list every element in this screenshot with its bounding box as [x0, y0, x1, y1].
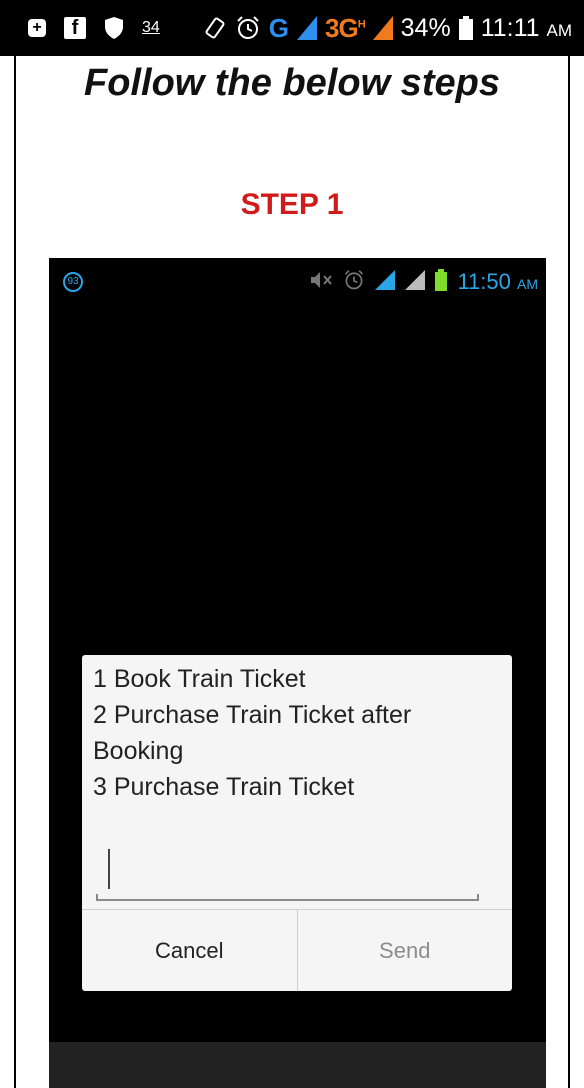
battery-percent: 34%	[400, 13, 451, 42]
alarm-icon	[343, 269, 365, 296]
outer-clock: 11:11 AM	[480, 13, 572, 42]
signal-icon	[297, 16, 317, 40]
dialog-buttons: Cancel Send	[82, 909, 512, 991]
battery-icon	[458, 16, 473, 40]
signal-icon	[372, 16, 393, 40]
menu-option: 2 Purchase Train Ticket after Booking	[93, 701, 412, 765]
send-button[interactable]: Send	[296, 910, 513, 991]
inner-status-bar: 93 11:50 AM	[49, 258, 546, 306]
page-title: Follow the below steps	[84, 62, 500, 104]
input-underline	[96, 894, 479, 901]
nav-bar	[49, 1042, 546, 1088]
circle-badge-icon: 93	[63, 272, 83, 292]
network-g-label: G	[268, 12, 289, 43]
inner-phone-screen: 93 11:50 AM 1 Book Train Ticket 2 Purcha…	[49, 258, 546, 1088]
facebook-icon: f	[64, 17, 86, 39]
signal-icon	[405, 269, 426, 295]
plus-square-icon: +	[28, 19, 46, 37]
step-label: STEP 1	[240, 188, 344, 221]
ussd-dialog: 1 Book Train Ticket 2 Purchase Train Tic…	[82, 655, 512, 991]
menu-option: 3 Purchase Train Ticket	[93, 773, 355, 801]
inner-clock: 11:50 AM	[457, 269, 538, 294]
outer-status-bar: + f 34 G 3GH 34% 11:11 AM	[0, 0, 584, 56]
shield-icon	[104, 16, 124, 40]
reply-input[interactable]	[96, 841, 479, 901]
battery-icon	[435, 268, 448, 296]
network-3g-label: 3GH	[325, 12, 366, 43]
cancel-button[interactable]: Cancel	[82, 910, 297, 991]
text-caret	[108, 849, 110, 889]
signal-icon	[375, 269, 396, 295]
menu-text: 1 Book Train Ticket 2 Purchase Train Tic…	[93, 661, 503, 805]
alarm-icon	[235, 15, 261, 41]
menu-option: 1 Book Train Ticket	[93, 665, 306, 693]
mute-icon	[309, 270, 333, 295]
rotate-icon	[203, 16, 227, 40]
badge-count: 34	[142, 19, 160, 36]
